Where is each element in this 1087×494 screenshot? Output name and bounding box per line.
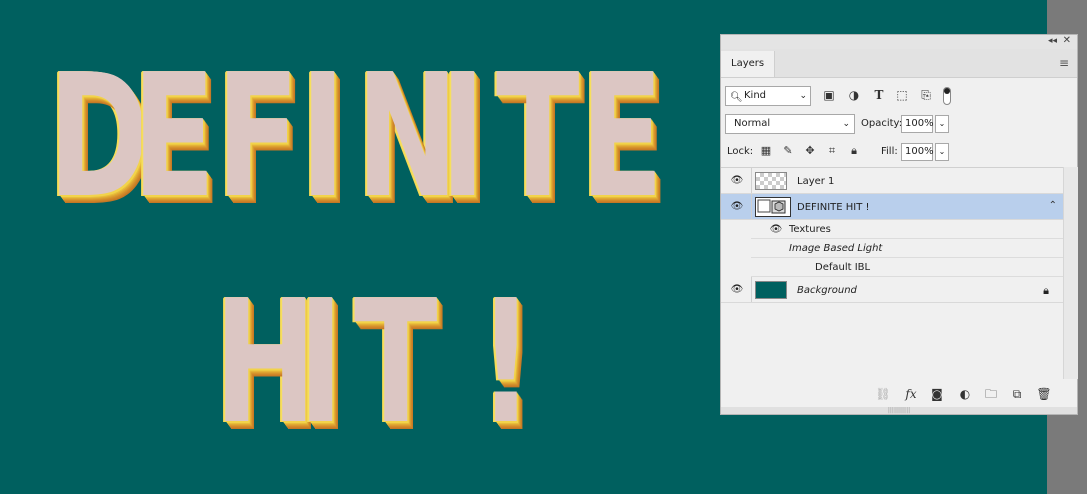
sublayer-name: Default IBL	[815, 262, 871, 273]
eye-icon[interactable]: 👁︎	[730, 285, 744, 295]
layer-row-layer-1[interactable]: 👁︎ Layer 1	[721, 168, 1063, 194]
smart-object-filter-icon[interactable]: ⎘	[918, 87, 934, 103]
marquee-letter: !	[478, 264, 534, 462]
sublayer-name: Image Based Light	[789, 243, 883, 254]
double-chevron-left-icon[interactable]: ◂◂	[1048, 36, 1057, 46]
lock-icon: 🔒︎	[1043, 284, 1049, 297]
chevron-down-icon: ⌄	[842, 119, 850, 129]
lock-transparent-icon[interactable]: ▦	[759, 144, 773, 158]
panel-bottom-toolbar: ⛓ fx ◙ ◐ 🗀︎ ⧉ 🗑︎	[721, 381, 1077, 407]
filter-row: 🔍︎ Kind ⌄ ▣ ◑ T ⬚ ⎘	[721, 85, 1077, 109]
lock-all-icon[interactable]: 🔒︎	[847, 144, 861, 158]
new-layer-icon[interactable]: ⧉	[1009, 386, 1025, 402]
lock-label: Lock:	[727, 146, 754, 157]
image-filter-icon[interactable]: ▣	[821, 87, 837, 103]
layer-name: Layer 1	[797, 176, 835, 187]
divider	[751, 277, 752, 302]
kind-label: Kind	[744, 90, 767, 101]
eye-icon[interactable]: 👁︎	[769, 225, 783, 235]
link-layers-icon[interactable]: ⛓	[875, 386, 891, 402]
layer-mask-icon[interactable]: ◙	[929, 386, 945, 402]
layers-panel: ◂◂ ✕ Layers ≡ 🔍︎ Kind ⌄ ▣ ◑ T ⬚ ⎘ Normal…	[720, 34, 1078, 415]
sublayer-image-based-light[interactable]: Image Based Light	[751, 239, 1063, 258]
layer-thumbnail	[755, 172, 787, 190]
type-filter-icon[interactable]: T	[871, 87, 887, 103]
lock-position-icon[interactable]: ✥	[803, 144, 817, 158]
text-line-definite: DEFINITE	[48, 52, 664, 222]
delete-icon[interactable]: 🗑︎	[1036, 386, 1052, 402]
blend-mode-value: Normal	[734, 118, 771, 129]
marquee-letter: E	[580, 38, 664, 236]
hamburger-menu-icon[interactable]: ≡	[1059, 56, 1069, 70]
sublayer-name: Textures	[789, 224, 831, 235]
layer-list: 👁︎ Layer 1 👁︎ DEFINITE HIT ! ⌃ 👁︎ Textur…	[721, 167, 1063, 380]
fill-input[interactable]: 100%	[901, 143, 934, 161]
divider	[751, 194, 752, 219]
marquee-letter: E	[132, 38, 216, 236]
marquee-letter: T	[354, 264, 437, 462]
filter-toggle-switch[interactable]	[943, 87, 951, 105]
blend-row: Normal ⌄ Opacity: 100% ⌄	[721, 113, 1077, 137]
filter-kind-select[interactable]: 🔍︎ Kind ⌄	[725, 86, 811, 106]
marquee-letter: D	[48, 38, 150, 236]
marquee-letter: H	[214, 264, 316, 462]
panel-resize-grip[interactable]: |||||||||||	[721, 407, 1077, 414]
chevron-up-icon[interactable]: ⌃	[1049, 200, 1057, 211]
layer-name: DEFINITE HIT !	[797, 202, 870, 213]
marquee-letter: F	[216, 38, 300, 236]
eye-icon[interactable]: 👁︎	[730, 176, 744, 186]
shape-filter-icon[interactable]: ⬚	[894, 87, 910, 103]
lock-artboard-icon[interactable]: ⌗	[825, 144, 839, 158]
opacity-dropdown-button[interactable]: ⌄	[935, 115, 949, 133]
adjustment-filter-icon[interactable]: ◑	[846, 87, 862, 103]
fill-label: Fill:	[881, 146, 898, 157]
panel-title-bar[interactable]: ◂◂ ✕	[721, 35, 1077, 49]
lock-row: Lock: ▦ ✎ ✥ ⌗ 🔒︎ Fill: 100% ⌄	[721, 141, 1077, 163]
marquee-letter: I	[440, 38, 486, 236]
text-line-hit: HIT !	[214, 278, 534, 448]
new-group-icon[interactable]: 🗀︎	[983, 386, 999, 402]
opacity-label: Opacity:	[861, 118, 903, 129]
tab-layers[interactable]: Layers	[721, 51, 776, 77]
marquee-letter: I	[298, 264, 344, 462]
lock-paint-icon[interactable]: ✎	[781, 144, 795, 158]
layer-name: Background	[797, 285, 857, 296]
panel-tab-row: Layers ≡	[721, 49, 1077, 78]
fill-dropdown-button[interactable]: ⌄	[935, 143, 949, 161]
marquee-letter: T	[496, 38, 579, 236]
marquee-letter	[438, 278, 467, 448]
chevron-down-icon: ⌄	[799, 91, 807, 101]
sublayer-textures[interactable]: 👁︎ Textures	[751, 220, 1063, 239]
marquee-letter: N	[356, 38, 458, 236]
search-icon: 🔍︎	[730, 92, 743, 103]
divider	[751, 168, 752, 193]
layer-list-scrollbar[interactable]	[1063, 167, 1078, 379]
eye-icon[interactable]: 👁︎	[730, 202, 744, 212]
blend-mode-select[interactable]: Normal ⌄	[725, 114, 855, 134]
layer-thumbnail	[755, 281, 787, 299]
sublayer-default-ibl[interactable]: Default IBL	[751, 258, 1063, 277]
layer-row-background[interactable]: 👁︎ Background 🔒︎	[721, 277, 1063, 303]
fx-icon[interactable]: fx	[903, 386, 919, 402]
marquee-letter: I	[300, 38, 346, 236]
adjustment-layer-icon[interactable]: ◐	[957, 386, 973, 402]
layer-row-definite-hit[interactable]: 👁︎ DEFINITE HIT ! ⌃	[721, 194, 1063, 220]
opacity-input[interactable]: 100%	[901, 115, 934, 133]
3d-layer-thumbnail	[755, 197, 791, 217]
close-icon[interactable]: ✕	[1063, 35, 1071, 46]
